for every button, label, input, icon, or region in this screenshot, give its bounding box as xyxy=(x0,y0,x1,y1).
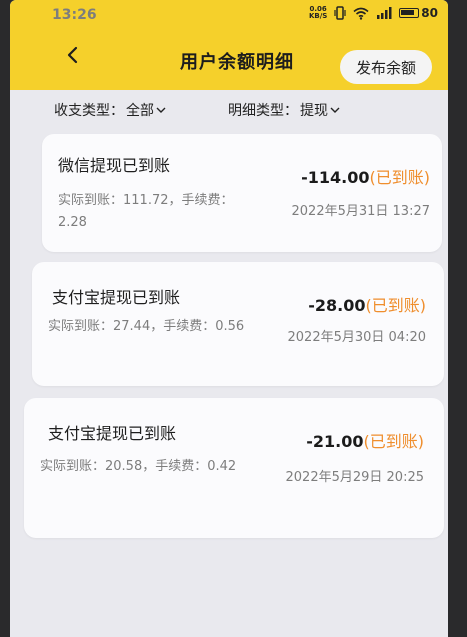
filter-bar: 收支类型： 全部 明细类型： 提现 xyxy=(10,94,448,126)
status-bar: 13:26 0.06 KB/S 80 xyxy=(10,0,448,28)
status-icons: 0.06 KB/S 80 xyxy=(308,5,438,21)
chevron-down-icon xyxy=(330,107,340,113)
record-description: 实际到账：111.72，手续费：2.28 xyxy=(58,193,234,230)
chevron-left-icon[interactable] xyxy=(62,44,84,66)
nav-bar: 用户余额明细 发布余额 xyxy=(10,38,448,88)
vibrate-icon xyxy=(334,6,346,20)
record-card[interactable]: 支付宝提现已到账 -21.00(已到账) 实际到账：20.58，手续费：0.42… xyxy=(24,398,444,538)
record-description: 实际到账：20.58，手续费：0.42 xyxy=(40,459,237,474)
record-amount: -21.00(已到账) xyxy=(306,432,425,451)
app-screen: 13:26 0.06 KB/S 80 用户余额明细 发布余额 收支类型： 全部 … xyxy=(10,0,448,637)
record-amount: -114.00(已到账) xyxy=(301,168,431,187)
record-status: (已到账) xyxy=(363,432,425,451)
record-card[interactable]: 支付宝提现已到账 -28.00(已到账) 实际到账：27.44，手续费：0.56… xyxy=(32,262,444,386)
wifi-icon xyxy=(353,7,369,20)
record-status: (已到账) xyxy=(369,168,431,187)
record-title: 支付宝提现已到账 xyxy=(48,424,177,443)
record-time: 2022年5月29日 20:25 xyxy=(285,470,425,485)
detail-type-filter[interactable]: 明细类型： 提现 xyxy=(228,100,340,120)
record-time: 2022年5月31日 13:27 xyxy=(291,204,431,219)
income-expense-label: 收支类型： xyxy=(54,103,124,119)
network-speed: 0.06 KB/S xyxy=(308,5,328,20)
battery-icon xyxy=(399,8,420,18)
detail-type-label: 明细类型： xyxy=(228,103,298,119)
status-time: 13:26 xyxy=(52,7,97,23)
page-title: 用户余额明细 xyxy=(180,52,294,73)
income-expense-filter[interactable]: 收支类型： 全部 xyxy=(54,100,166,120)
record-description: 实际到账：27.44，手续费：0.56 xyxy=(48,319,245,334)
record-title: 支付宝提现已到账 xyxy=(52,288,181,307)
record-amount: -28.00(已到账) xyxy=(308,296,427,315)
record-time: 2022年5月30日 04:20 xyxy=(287,330,427,345)
record-card[interactable]: 微信提现已到账 -114.00(已到账) 实际到账：111.72，手续费：2.2… xyxy=(42,134,442,252)
battery-indicator: 80 xyxy=(399,6,438,20)
record-status: (已到账) xyxy=(365,296,427,315)
publish-balance-button[interactable]: 发布余额 xyxy=(340,50,432,84)
header-bar: 13:26 0.06 KB/S 80 用户余额明细 发布余额 xyxy=(10,0,448,90)
record-title: 微信提现已到账 xyxy=(58,156,171,175)
chevron-down-icon xyxy=(156,107,166,113)
income-expense-value: 全部 xyxy=(126,103,154,119)
signal-icon xyxy=(377,7,392,19)
detail-type-value: 提现 xyxy=(300,103,328,119)
